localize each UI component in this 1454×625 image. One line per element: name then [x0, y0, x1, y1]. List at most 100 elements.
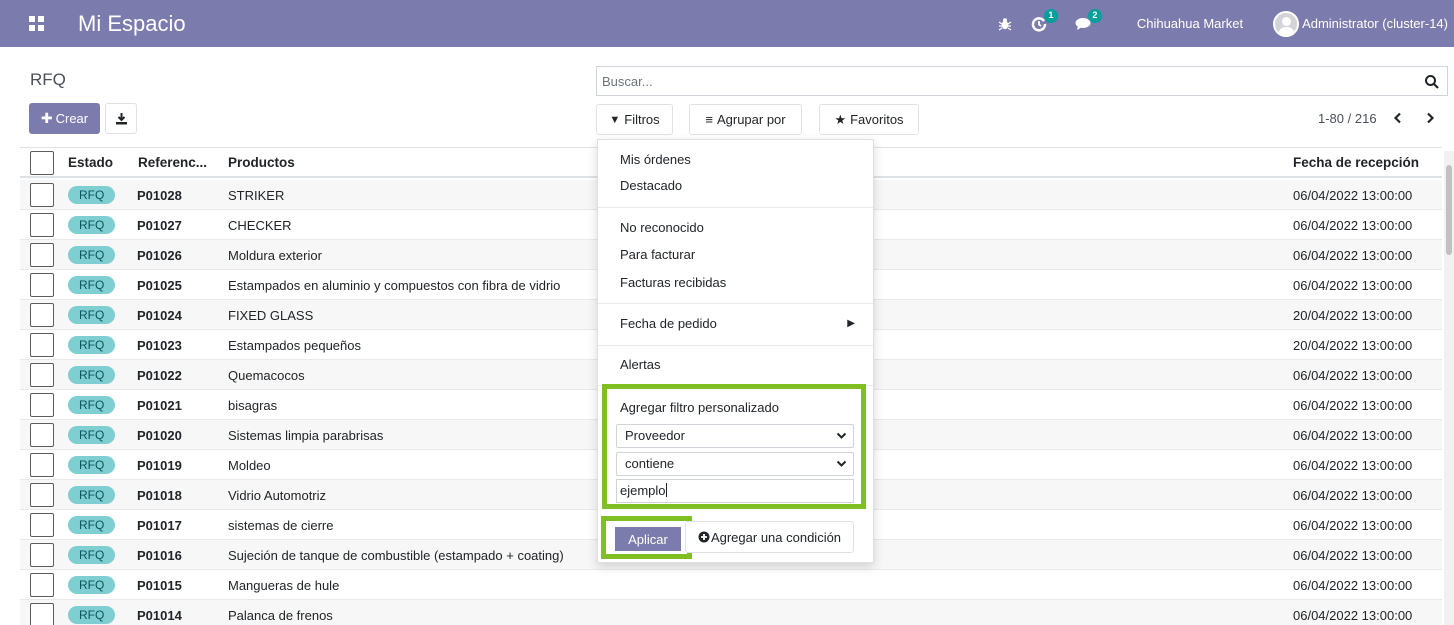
debug-bug-icon[interactable] — [998, 0, 1016, 47]
user-menu[interactable]: Administrator (cluster-14) — [1273, 10, 1448, 37]
table-row[interactable]: RFQ P01015 Mangueras de hule 06/04/2022 13:… — [20, 570, 1442, 600]
row-checkbox[interactable] — [30, 333, 54, 357]
favorites-button[interactable]: ★ Favoritos — [819, 104, 919, 135]
group-by-label: Agrupar por — [716, 112, 786, 127]
row-reference: P01016 — [137, 548, 182, 563]
pager-previous-button[interactable] — [1385, 104, 1411, 131]
company-switcher[interactable]: Chihuahua Market — [1137, 16, 1243, 31]
row-checkbox[interactable] — [30, 423, 54, 447]
row-receipt-date: 06/04/2022 13:00:00 — [1293, 368, 1413, 383]
row-checkbox[interactable] — [30, 273, 54, 297]
messages-chat-icon[interactable]: 2 — [1075, 0, 1103, 47]
filters-button[interactable]: ▼ Filtros — [596, 104, 673, 135]
plus-circle-icon — [698, 531, 710, 543]
filter-starred[interactable]: Destacado — [620, 178, 682, 193]
navbar-systray: 1 2 Chihuahua Market Administrator (clus… — [998, 0, 1454, 47]
filter-order-date[interactable]: Fecha de pedido — [620, 316, 717, 331]
apps-menu-icon[interactable] — [26, 14, 46, 34]
filter-not-acknowledged[interactable]: No reconocido — [620, 220, 704, 235]
row-products: Vidrio Automotriz — [228, 488, 327, 503]
row-reference: P01015 — [137, 578, 182, 593]
row-reference: P01028 — [137, 188, 182, 203]
create-button[interactable]: ✚ Crear — [29, 103, 100, 134]
row-checkbox[interactable] — [30, 573, 54, 597]
add-condition-button[interactable]: Agregar una condición — [685, 521, 854, 553]
row-checkbox[interactable] — [30, 453, 54, 477]
apply-button-highlight — [601, 516, 692, 559]
row-reference: P01017 — [137, 518, 182, 533]
row-receipt-date: 06/04/2022 13:00:00 — [1293, 278, 1413, 293]
row-reference: P01018 — [137, 488, 182, 503]
row-checkbox[interactable] — [30, 513, 54, 537]
group-by-button[interactable]: ≡ Agrupar por — [689, 104, 802, 135]
scrollbar-thumb[interactable] — [1446, 165, 1452, 255]
activity-clock-icon[interactable]: 1 — [1031, 0, 1059, 47]
column-header-fecha-recepcion[interactable]: Fecha de recepción — [1293, 155, 1419, 170]
row-reference: P01023 — [137, 338, 182, 353]
row-reference: P01026 — [137, 248, 182, 263]
column-header-referencia[interactable]: Referenc... — [138, 155, 207, 170]
status-badge: RFQ — [68, 546, 116, 564]
status-badge: RFQ — [68, 426, 116, 444]
chevron-right-icon — [1427, 112, 1435, 123]
row-reference: P01024 — [137, 308, 182, 323]
download-button[interactable] — [105, 103, 137, 134]
dropdown-divider — [598, 303, 873, 304]
search-icon[interactable] — [1423, 73, 1441, 91]
row-products: Sujeción de tanque de combustible (estam… — [228, 548, 564, 563]
status-badge: RFQ — [68, 366, 116, 384]
column-header-productos[interactable]: Productos — [228, 155, 295, 170]
row-receipt-date: 06/04/2022 13:00:00 — [1293, 398, 1413, 413]
row-products: Quemacocos — [228, 368, 305, 383]
filter-my-orders[interactable]: Mis órdenes — [620, 152, 691, 167]
status-badge: RFQ — [68, 186, 116, 204]
row-checkbox[interactable] — [30, 483, 54, 507]
row-products: sistemas de cierre — [228, 518, 334, 533]
filter-funnel-icon: ▼ — [609, 113, 621, 126]
status-badge: RFQ — [68, 336, 116, 354]
row-checkbox[interactable] — [30, 393, 54, 417]
select-all-checkbox[interactable] — [30, 151, 54, 175]
status-badge: RFQ — [68, 606, 116, 624]
row-products: Sistemas limpia parabrisas — [228, 428, 384, 443]
filter-to-invoice[interactable]: Para facturar — [620, 247, 695, 262]
pager-value[interactable]: 1-80 / 216 — [1318, 111, 1377, 126]
filter-bills-received[interactable]: Facturas recibidas — [620, 275, 726, 290]
status-badge: RFQ — [68, 456, 116, 474]
row-receipt-date: 06/04/2022 13:00:00 — [1293, 548, 1413, 563]
row-receipt-date: 20/04/2022 13:00:00 — [1293, 338, 1413, 353]
row-products: Mangueras de hule — [228, 578, 340, 593]
dropdown-divider — [598, 345, 873, 346]
table-row[interactable]: RFQ P01014 Palanca de frenos 06/04/2022 13:… — [20, 600, 1442, 625]
filter-alerts[interactable]: Alertas — [620, 357, 660, 372]
favorites-label: Favoritos — [850, 112, 904, 127]
row-checkbox[interactable] — [30, 603, 54, 625]
row-reference: P01022 — [137, 368, 182, 383]
star-icon: ★ — [834, 111, 847, 127]
row-checkbox[interactable] — [30, 363, 54, 387]
vertical-scrollbar[interactable] — [1444, 151, 1454, 625]
row-checkbox[interactable] — [30, 303, 54, 327]
row-products: Estampados en aluminio y compuestos con … — [228, 278, 561, 293]
search-input[interactable]: Buscar... — [596, 66, 1448, 96]
row-checkbox[interactable] — [30, 183, 54, 207]
row-receipt-date: 06/04/2022 13:00:00 — [1293, 248, 1413, 263]
status-badge: RFQ — [68, 246, 116, 264]
custom-filter-highlight — [602, 384, 866, 509]
bars-icon: ≡ — [705, 112, 713, 127]
row-checkbox[interactable] — [30, 213, 54, 237]
row-receipt-date: 20/04/2022 13:00:00 — [1293, 308, 1413, 323]
column-header-estado[interactable]: Estado — [68, 155, 113, 170]
app-title[interactable]: Mi Espacio — [78, 11, 186, 37]
row-products: Estampados pequeños — [228, 338, 361, 353]
status-badge: RFQ — [68, 576, 116, 594]
row-checkbox[interactable] — [30, 543, 54, 567]
status-badge: RFQ — [68, 216, 116, 234]
row-checkbox[interactable] — [30, 243, 54, 267]
plus-icon: ✚ — [40, 110, 53, 126]
user-name: Administrator (cluster-14) — [1302, 16, 1448, 31]
activity-count-badge: 1 — [1043, 9, 1058, 23]
status-badge: RFQ — [68, 486, 116, 504]
row-reference: P01025 — [137, 278, 182, 293]
pager-next-button[interactable] — [1417, 104, 1443, 131]
